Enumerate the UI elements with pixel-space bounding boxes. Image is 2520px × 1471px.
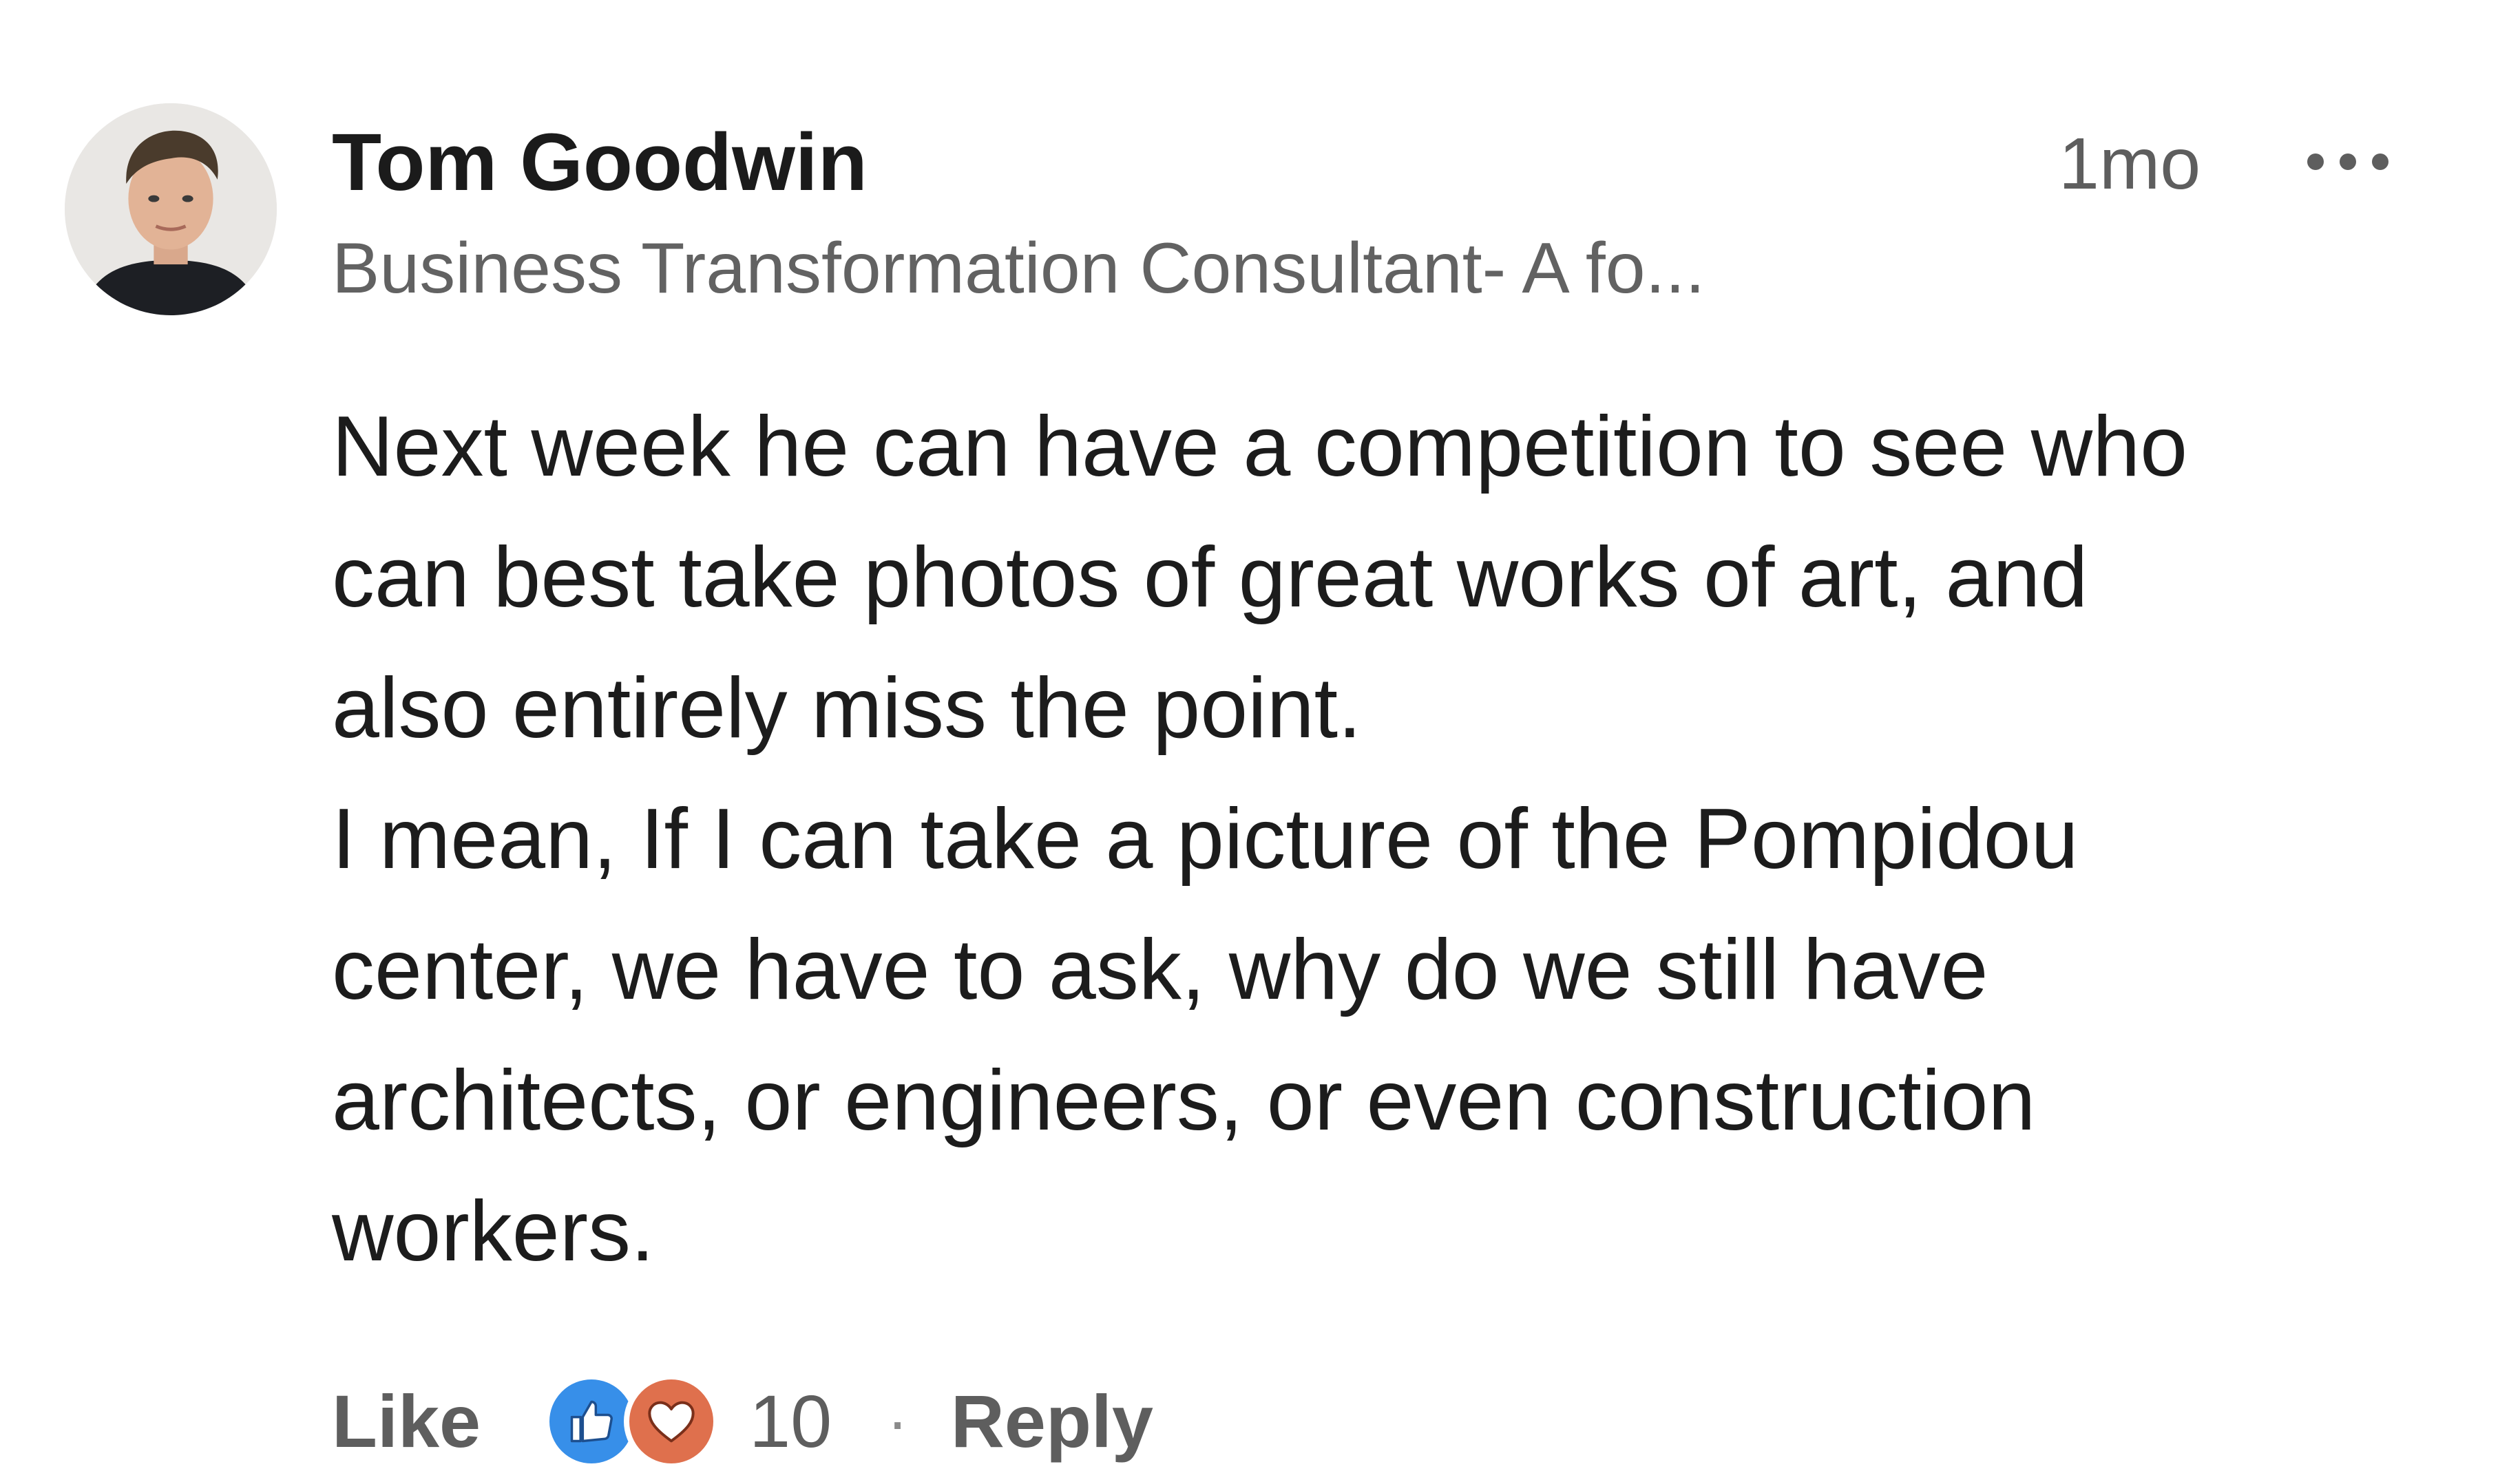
comment-line: architects, or engineers, or even constr… xyxy=(332,1053,2036,1148)
author-name[interactable]: Tom Goodwin xyxy=(332,114,868,211)
avatar-photo-icon xyxy=(65,103,277,315)
author-headline: Business Transformation Consultant- A fo… xyxy=(332,229,1705,308)
comment-line: Next week he can have a competition to s… xyxy=(332,399,2188,494)
comment-timestamp: 1mo xyxy=(2059,123,2201,204)
more-options-button[interactable] xyxy=(2293,131,2403,193)
author-avatar[interactable] xyxy=(65,103,277,315)
comment-actions: Like 10 · Reply xyxy=(332,1370,1153,1471)
more-horizontal-icon xyxy=(2307,154,2388,170)
comment-line: can best take photos of great works of a… xyxy=(332,530,2088,625)
love-reaction-icon xyxy=(624,1374,720,1469)
comment-card: Tom Goodwin 1mo Business Transformation … xyxy=(0,0,2520,1471)
action-separator: · xyxy=(887,1386,908,1457)
reaction-count: 10 xyxy=(749,1379,832,1463)
comment-line: also entirely miss the point. xyxy=(332,661,1362,756)
reactions-summary[interactable]: 10 xyxy=(544,1373,832,1470)
comment-line: center, we have to ask, why do we still … xyxy=(332,922,1988,1017)
comment-line: workers. xyxy=(332,1184,655,1279)
comment-line: I mean, If I can take a picture of the P… xyxy=(332,792,2079,887)
reply-button[interactable]: Reply xyxy=(951,1373,1153,1470)
like-button[interactable]: Like xyxy=(332,1373,481,1470)
comment-text: Next week he can have a competition to s… xyxy=(332,381,2432,1297)
